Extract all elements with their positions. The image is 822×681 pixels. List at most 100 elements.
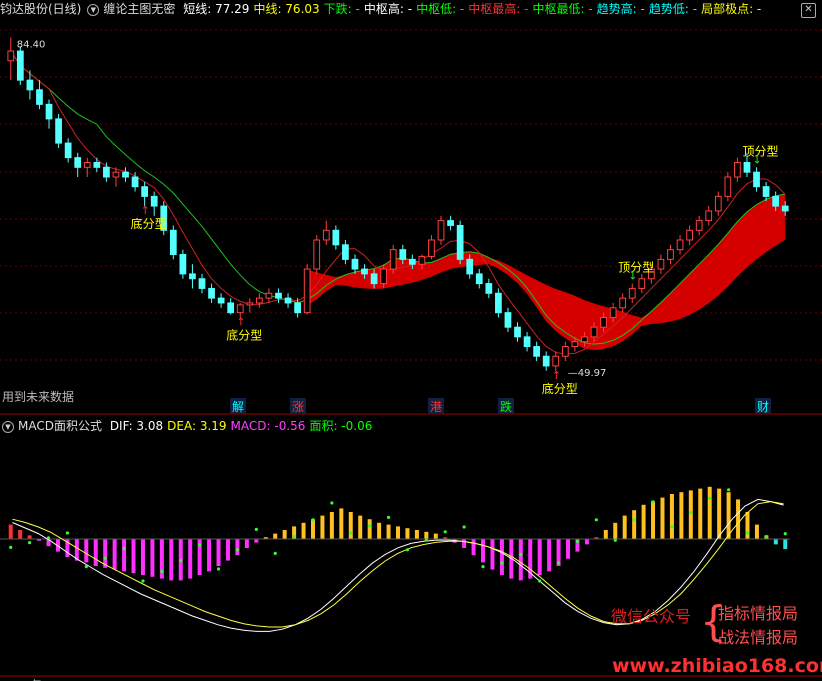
macd-bar: [27, 535, 32, 539]
header-item-1: 中线: 76.03: [253, 2, 320, 16]
area-dot: [292, 535, 296, 539]
collapse-icon[interactable]: ▼: [2, 420, 14, 433]
area-dot: [613, 538, 617, 542]
area-dot: [386, 515, 391, 520]
macd-bar: [273, 533, 278, 539]
candle-body: [399, 249, 407, 260]
candle-body: [55, 118, 62, 144]
macd-panel: 2023年12123: [0, 486, 790, 681]
candle-body: [45, 103, 53, 120]
area-dot: [689, 510, 693, 515]
macd-bar: [481, 539, 486, 563]
macd-bar: [622, 515, 627, 539]
candle-body: [485, 283, 493, 294]
area-dot: [556, 561, 561, 565]
candle-body: [198, 278, 206, 289]
candle-body: [208, 287, 215, 299]
area-dot: [179, 559, 183, 563]
grid-lines: [0, 29, 822, 677]
candle-body: [380, 268, 388, 285]
macd-bar: [603, 530, 608, 539]
macd-bar: [150, 539, 155, 577]
event-label: 财: [757, 400, 769, 414]
macd-bar: [424, 531, 429, 539]
macd-item-3: 面积: -0.06: [309, 419, 373, 433]
fractal-label: 底分型: [226, 327, 262, 342]
candle-body: [26, 79, 34, 91]
area-dot: [65, 531, 69, 535]
candle-body: [600, 316, 607, 328]
candle-body: [332, 229, 340, 246]
candle-body: [141, 186, 149, 197]
candle-body: [131, 176, 139, 188]
macd-bar: [339, 508, 344, 539]
candle-body: [179, 254, 187, 275]
area-dot: [160, 569, 164, 574]
macd-bar: [225, 539, 230, 561]
area-dot: [783, 532, 787, 536]
macd-title: MACD面积公式: [18, 419, 102, 433]
candle-body: [475, 273, 483, 285]
macd-bar: [310, 519, 315, 539]
collapse-icon[interactable]: ▼: [87, 3, 100, 16]
macd-bar: [669, 494, 674, 539]
area-dot: [198, 543, 202, 547]
candle-body: [351, 258, 359, 270]
area-dot: [84, 565, 88, 569]
area-dot: [122, 547, 126, 551]
candle-body: [83, 161, 91, 168]
area-dot: [519, 553, 523, 557]
watermark-left: 微信公众号: [611, 607, 692, 626]
macd-bar: [736, 499, 741, 539]
area-dot: [424, 538, 428, 542]
macd-bar: [679, 492, 684, 539]
candle-body: [169, 229, 177, 256]
candle-body: [428, 239, 435, 257]
header-item-2: 下跌: -: [323, 2, 360, 16]
fractal-label: 底分型: [542, 381, 578, 396]
candle-body: [189, 273, 196, 280]
macd-bar: [358, 515, 363, 539]
candle-body: [466, 258, 474, 275]
candle-body: [695, 220, 703, 231]
macd-bar: [140, 539, 145, 575]
candle-body: [294, 302, 301, 314]
macd-bar: [18, 530, 23, 539]
macd-items: DIF: 3.08 DEA: 3.19 MACD: -0.56 面积: -0.06: [110, 419, 377, 433]
macd-bar: [207, 539, 212, 572]
event-label: 解: [232, 400, 244, 414]
macd-bar: [707, 486, 712, 539]
candle-body: [657, 258, 665, 270]
candle-body: [103, 166, 110, 178]
macd-bar: [490, 539, 495, 570]
area-dot: [46, 536, 51, 540]
macd-bar: [84, 539, 89, 563]
area-dot: [462, 525, 466, 529]
macd-bar: [537, 539, 542, 575]
candle-body: [514, 326, 521, 338]
macd-bar: [301, 522, 306, 539]
area-dot: [235, 548, 240, 552]
macd-bar: [547, 539, 552, 572]
header-item-8: 趋势低: -: [648, 2, 698, 16]
candle-body: [628, 287, 636, 299]
up-arrow-icon: ↑: [552, 369, 561, 382]
macd-bar: [367, 519, 372, 539]
macd-item-0: DIF: 3.08: [109, 419, 164, 433]
macd-bar: [745, 512, 750, 539]
close-icon[interactable]: ✕: [801, 3, 816, 18]
candle-body: [714, 195, 722, 212]
candle-body: [246, 302, 254, 306]
red-band: [307, 193, 786, 350]
candle-body: [609, 307, 617, 318]
event-label: 涨: [292, 399, 304, 414]
macd-bar: [414, 530, 419, 539]
macd-bar: [717, 488, 722, 539]
area-dot: [141, 579, 145, 583]
macd-bar: [169, 539, 174, 581]
high-label: 84.40: [17, 40, 46, 51]
candle-body: [93, 161, 101, 168]
macd-bar: [320, 515, 325, 539]
header-item-9: 局部极点: -: [701, 2, 762, 16]
candle-body: [667, 249, 674, 260]
